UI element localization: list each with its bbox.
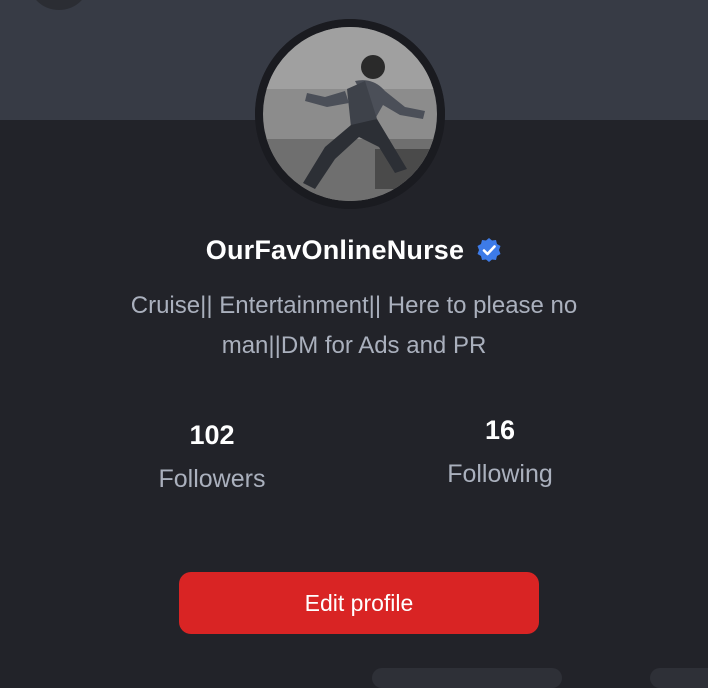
following-stat[interactable]: 16 Following — [400, 413, 600, 491]
profile-bio: Cruise|| Entertainment|| Here to please … — [80, 286, 628, 366]
avatar-photo — [255, 19, 445, 209]
following-count: 16 — [484, 415, 516, 445]
username: OurFavOnlineNurse — [205, 234, 465, 265]
edit-profile-button[interactable]: Edit profile — [179, 572, 539, 634]
avatar[interactable] — [255, 19, 445, 209]
following-label: Following — [447, 460, 553, 488]
verified-badge-icon — [476, 237, 502, 263]
followers-label: Followers — [158, 465, 266, 493]
followers-count: 102 — [189, 420, 235, 450]
bottom-tab-hint-2 — [650, 668, 708, 688]
bio-line-1: Cruise|| Entertainment|| Here to please … — [130, 292, 578, 319]
profile-name-row: OurFavOnlineNurse — [0, 232, 708, 268]
bottom-tab-hint — [372, 668, 562, 688]
bio-line-2: man||DM for Ads and PR — [221, 332, 487, 359]
followers-stat[interactable]: 102 Followers — [112, 418, 312, 496]
